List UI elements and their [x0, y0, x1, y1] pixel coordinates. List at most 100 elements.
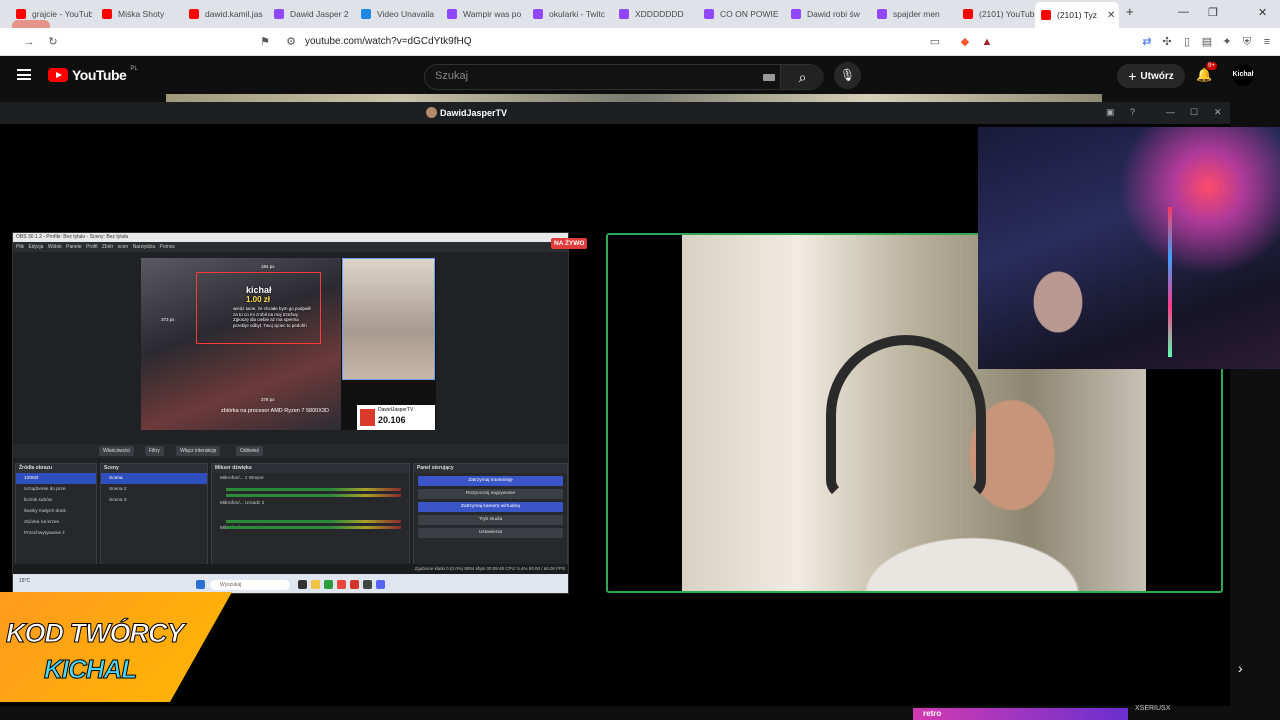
rewards-icon[interactable]: ▲: [980, 35, 994, 49]
studio-mode-button[interactable]: Tryb studia: [418, 515, 563, 525]
brave-shield-icon[interactable]: ◆: [958, 35, 972, 49]
youtube-wordmark: YouTube: [72, 67, 127, 83]
browser-tab[interactable]: spajder men: [871, 4, 953, 24]
source-item[interactable]: zbiórka na krzes: [16, 517, 96, 528]
restore-icon[interactable]: ❐: [1208, 6, 1218, 19]
sources-header: Źródła obrazu: [16, 464, 96, 473]
site-info-icon[interactable]: ⚙: [284, 35, 298, 49]
next-arrow-icon[interactable]: ›: [1238, 660, 1243, 676]
browser-tab[interactable]: CO ON POWIE: [698, 4, 780, 24]
chrome-icon[interactable]: [337, 580, 346, 589]
scenes-header: Sceny: [101, 464, 207, 473]
taskview-icon[interactable]: [298, 580, 307, 589]
stream-title: DawidJasperTV: [440, 108, 508, 118]
browser-tab[interactable]: (2101) Tyz ✕: [1035, 2, 1119, 28]
browser-tab[interactable]: Dawid Jasper 2: [268, 4, 350, 24]
search-button[interactable]: ⌕: [780, 65, 824, 89]
tab-label: grajcie - YouTube: [32, 9, 92, 19]
keyboard-icon[interactable]: [763, 74, 775, 81]
px-label: 373 px: [161, 317, 175, 322]
stop-stream-button[interactable]: Zatrzymaj transmisję: [418, 476, 563, 486]
close-tab-icon[interactable]: ✕: [1107, 10, 1115, 21]
wallet-icon[interactable]: ▤: [1200, 35, 1214, 49]
source-item[interactable]: 1200zł: [16, 473, 96, 484]
create-button[interactable]: + Utwórz: [1117, 64, 1185, 88]
refresh-button[interactable]: Odśwież: [236, 446, 264, 456]
cast-icon[interactable]: ▭: [928, 35, 942, 49]
discord-icon[interactable]: [376, 580, 385, 589]
tab-favicon-icon: [1041, 10, 1051, 20]
filters-button[interactable]: Filtry: [145, 446, 164, 456]
browser-icon[interactable]: [350, 580, 359, 589]
weather-widget: 15°C: [19, 578, 31, 584]
bottom-label: XSERIUSX: [1135, 705, 1171, 712]
help-icon[interactable]: ?: [1130, 107, 1135, 117]
bookmark-icon[interactable]: ⚑: [258, 35, 272, 49]
properties-button[interactable]: Właściwości: [99, 446, 135, 456]
translate-icon[interactable]: ⇄: [1140, 35, 1154, 49]
interact-button[interactable]: Włącz interakcję: [176, 446, 221, 456]
sidebar-icon[interactable]: ▯: [1180, 35, 1194, 49]
settings-button[interactable]: Ustawienia: [418, 528, 563, 538]
tab-label: Dawid Jasper 2: [290, 9, 349, 19]
px-label: 184 px: [261, 264, 275, 269]
maximize-call-icon[interactable]: ☐: [1190, 107, 1198, 118]
counter-icon: [360, 409, 375, 426]
youtube-logo[interactable]: YouTube PL: [48, 66, 138, 83]
browser-tab[interactable]: (2101) YouTub: [957, 4, 1039, 24]
forward-icon[interactable]: →: [22, 35, 36, 49]
tab-label: CO ON POWIE: [720, 9, 779, 19]
source-item[interactable]: Urządzenie do prze: [16, 484, 96, 495]
close-window-icon[interactable]: ✕: [1258, 6, 1267, 19]
scene-item[interactable]: Scena 2: [101, 484, 207, 495]
browser-tab[interactable]: Dawid robi św: [785, 4, 867, 24]
browser-tab[interactable]: grajcie - YouTube: [10, 4, 92, 24]
app-icon[interactable]: [324, 580, 333, 589]
mixer-channel-label: Mikrofon/... z Wnęce: [220, 476, 264, 481]
menu-icon[interactable]: ≡: [1260, 35, 1274, 49]
source-item[interactable]: śwoby małych donk: [16, 506, 96, 517]
minimize-icon[interactable]: —: [1178, 6, 1189, 18]
scene-item[interactable]: Scena 3: [101, 495, 207, 506]
obs-icon[interactable]: [363, 580, 372, 589]
voice-search-button[interactable]: 🎙: [834, 62, 861, 89]
source-item[interactable]: Przechwytywanie ż: [16, 528, 96, 539]
tab-favicon-icon: [877, 9, 887, 19]
donation-message: wiedz tacie, że chciałe bym go podpalił …: [233, 306, 311, 328]
notification-badge: 9+: [1206, 62, 1217, 70]
browser-tab[interactable]: Video Unavaila: [355, 4, 437, 24]
stop-virtual-camera-button[interactable]: Zatrzymaj kamerę wirtualną: [418, 502, 563, 512]
browser-tab[interactable]: Miśka Shoty: [96, 4, 178, 24]
hamburger-menu-icon[interactable]: [17, 69, 31, 80]
browser-tab[interactable]: dawid.kamil.jas: [183, 4, 265, 24]
popout-icon[interactable]: ▣: [1106, 107, 1115, 118]
bottom-thumbnail[interactable]: retro: [913, 708, 1128, 720]
leo-icon[interactable]: ✦: [1220, 35, 1234, 49]
start-recording-button[interactable]: Rozpocznij nagrywanie: [418, 489, 563, 499]
search-input[interactable]: [435, 70, 755, 82]
close-call-icon[interactable]: ✕: [1214, 107, 1222, 118]
browser-tab[interactable]: XDDDDDDD: [613, 4, 695, 24]
tab-favicon-icon: [361, 9, 371, 19]
scene-item[interactable]: Scena: [101, 473, 207, 484]
browser-tab[interactable]: okularki - Twitc: [527, 4, 609, 24]
start-icon[interactable]: [196, 580, 205, 589]
reload-icon[interactable]: ↻: [46, 35, 60, 49]
browser-tab[interactable]: Wampir was po: [441, 4, 523, 24]
extensions-icon[interactable]: ✣: [1160, 35, 1174, 49]
url-field[interactable]: youtube.com/watch?v=dGCdYtk9fHQ: [305, 36, 471, 47]
audio-meter: [226, 488, 401, 491]
country-code: PL: [130, 66, 138, 72]
live-badge: NA ŻYWO: [551, 238, 588, 249]
taskbar-search[interactable]: Wyszukaj: [210, 580, 290, 590]
youtube-play-icon: [48, 68, 68, 82]
minimize-call-icon[interactable]: —: [1166, 107, 1175, 117]
headset-shape: [826, 335, 986, 500]
vpn-icon[interactable]: ⛨: [1240, 35, 1254, 49]
account-avatar[interactable]: Kichał: [1232, 64, 1254, 86]
source-item[interactable]: licznik subów: [16, 495, 96, 506]
search-box: ⌕: [424, 64, 824, 90]
explorer-icon[interactable]: [311, 580, 320, 589]
obs-preview: kichał 1.00 zł wiedz tacie, że chciałe b…: [141, 258, 436, 430]
new-tab-button[interactable]: +: [1126, 4, 1134, 19]
